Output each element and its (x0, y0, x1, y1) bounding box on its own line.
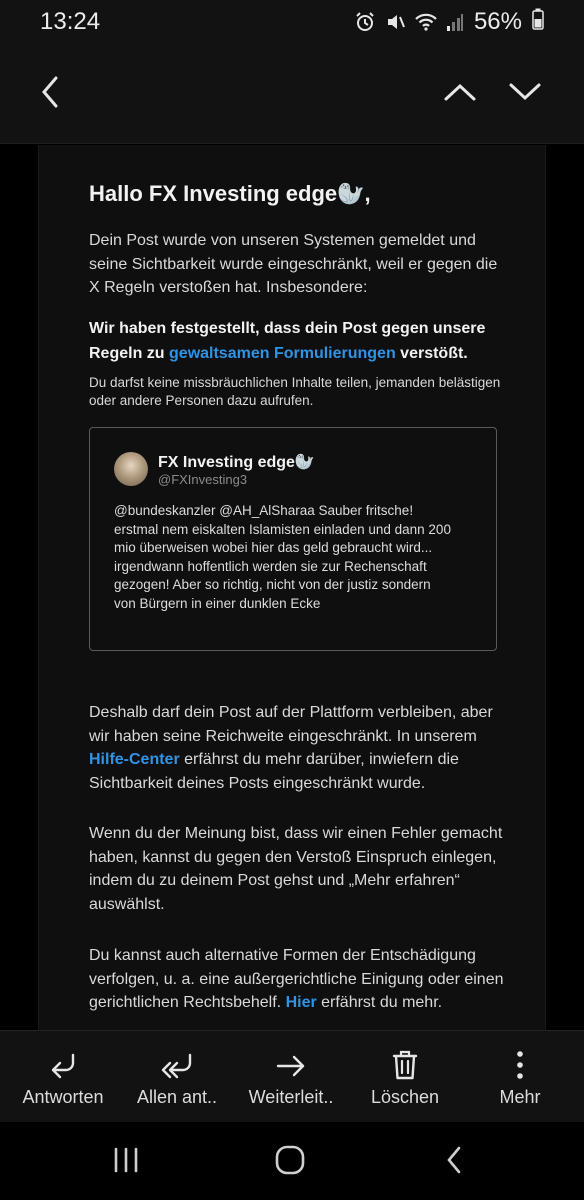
forward-icon (275, 1031, 307, 1081)
post-text: @bundeskanzler @AH_AlSharaa Sauber frits… (114, 503, 451, 611)
trash-icon (391, 1031, 419, 1081)
email-body-area[interactable]: Hallo FX Investing edge🦭, Dein Post wurd… (0, 145, 584, 1030)
reach-paragraph: Deshalb darf dein Post auf der Plattform… (89, 701, 509, 795)
system-navigation-bar (0, 1122, 584, 1200)
post-author-handle: @FXInvesting3 (158, 472, 248, 487)
chevron-left-icon (40, 75, 60, 114)
forward-button[interactable]: Weiterleit.. (238, 1031, 344, 1123)
delete-button[interactable]: Löschen (352, 1031, 458, 1123)
reply-all-label: Allen ant.. (136, 1087, 218, 1107)
remedy-link[interactable]: Hier (286, 994, 317, 1011)
remedy-suffix: erfährst du mehr. (316, 994, 443, 1011)
email-message: Hallo FX Investing edge🦭, Dein Post wurd… (38, 145, 546, 1030)
recent-apps-icon (112, 1147, 140, 1178)
reach-text: Deshalb darf dein Post auf der Plattform… (89, 704, 493, 745)
avatar (114, 452, 148, 486)
more-label: Mehr (499, 1087, 541, 1107)
back-arrow-icon (445, 1145, 463, 1180)
reply-label: Antworten (22, 1087, 104, 1107)
recent-apps-button[interactable] (106, 1142, 146, 1182)
battery-icon (532, 8, 544, 37)
delete-label: Löschen (370, 1087, 440, 1107)
email-action-toolbar: Antworten Allen ant.. Weiterleit.. Lösch… (0, 1030, 584, 1122)
reply-icon (48, 1031, 78, 1081)
status-indicators: 56% (354, 8, 544, 37)
home-icon (275, 1145, 305, 1180)
next-email-button[interactable] (505, 74, 545, 114)
more-button[interactable]: Mehr (466, 1031, 574, 1123)
chevron-up-icon (443, 82, 477, 107)
violation-suffix: verstößt. (395, 345, 468, 362)
status-time: 13:24 (40, 8, 101, 35)
forward-label: Weiterleit.. (248, 1087, 334, 1107)
post-author-name: FX Investing edge🦭 (158, 454, 315, 471)
home-button[interactable] (270, 1142, 310, 1182)
appeal-paragraph: Wenn du der Meinung bist, dass wir einen… (89, 825, 503, 913)
violent-speech-link[interactable]: gewaltsamen Formulierungen (169, 345, 396, 362)
help-center-link[interactable]: Hilfe-Center (89, 751, 180, 768)
intro-paragraph: Dein Post wurde von unseren Systemen gem… (89, 232, 498, 296)
quoted-post[interactable]: FX Investing edge🦭 @FXInvesting3 @bundes… (89, 427, 497, 651)
previous-email-button[interactable] (440, 74, 480, 114)
reply-all-button[interactable]: Allen ant.. (124, 1031, 230, 1123)
battery-percent: 56% (473, 8, 522, 35)
alarm-icon (354, 11, 376, 33)
status-icons (354, 11, 464, 33)
email-greeting: Hallo FX Investing edge🦭, (89, 181, 371, 206)
back-button[interactable] (30, 74, 70, 114)
system-back-button[interactable] (434, 1142, 474, 1182)
email-app-bar (0, 44, 584, 144)
more-vertical-icon (515, 1031, 525, 1081)
rule-note: Du darfst keine missbräuchlichen Inhalte… (89, 375, 501, 408)
wifi-icon (414, 12, 438, 32)
mute-icon (384, 11, 406, 33)
status-bar: 13:24 56% (0, 0, 584, 44)
chevron-down-icon (508, 82, 542, 107)
reply-all-icon (160, 1031, 194, 1081)
reply-button[interactable]: Antworten (10, 1031, 116, 1123)
signal-icon (446, 12, 464, 32)
remedy-paragraph: Du kannst auch alternative Formen der En… (89, 944, 509, 1015)
violation-paragraph: Wir haben festgestellt, dass dein Post g… (89, 316, 509, 366)
